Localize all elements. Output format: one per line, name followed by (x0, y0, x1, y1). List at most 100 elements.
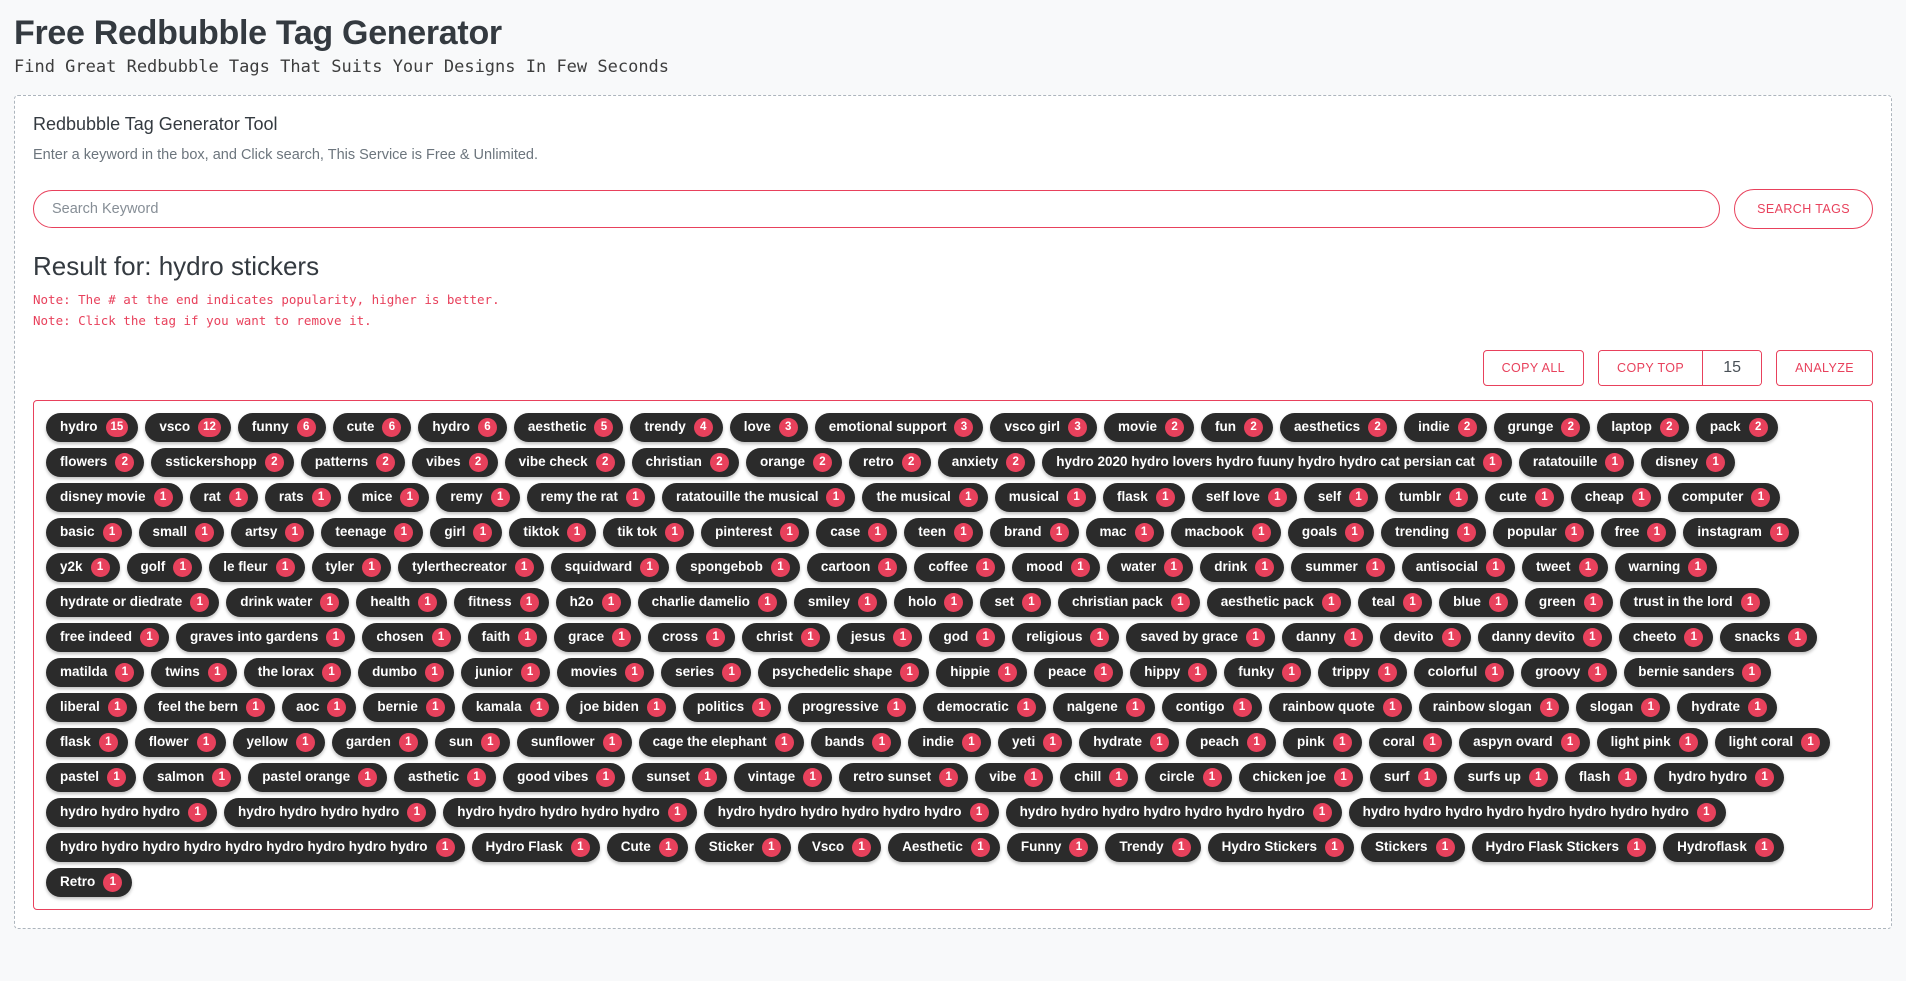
tag-chip[interactable]: artsy 1 (231, 518, 315, 547)
tag-chip[interactable]: pastel orange 1 (248, 763, 388, 792)
tag-chip[interactable]: aesthetic 5 (513, 413, 624, 442)
tag-chip[interactable]: hydro hydro hydro hydro hydro hydro hydr… (1348, 798, 1726, 827)
tag-chip[interactable]: joe biden 1 (565, 693, 676, 722)
tag-chip[interactable]: liberal 1 (46, 693, 137, 722)
tag-chip[interactable]: rat 1 (189, 483, 258, 512)
tag-chip[interactable]: contigo 1 (1161, 693, 1262, 722)
tag-chip[interactable]: series 1 (661, 658, 752, 687)
tag-chip[interactable]: progressive 1 (788, 693, 916, 722)
tag-chip[interactable]: squidward 1 (550, 553, 670, 582)
tag-chip[interactable]: junior 1 (461, 658, 550, 687)
tag-chip[interactable]: free 1 (1600, 518, 1677, 547)
tag-chip[interactable]: trust in the lord 1 (1619, 588, 1770, 617)
tag-chip[interactable]: cheeto 1 (1618, 623, 1714, 652)
tag-chip[interactable]: hydrate 1 (1079, 728, 1179, 757)
tag-chip[interactable]: teal 1 (1357, 588, 1433, 617)
tag-chip[interactable]: funny 6 (237, 413, 326, 442)
tag-chip[interactable]: hydro hydro 1 (1654, 763, 1785, 792)
tag-chip[interactable]: christ 1 (742, 623, 830, 652)
tag-chip[interactable]: Hydro Stickers 1 (1207, 833, 1354, 862)
tag-chip[interactable]: yellow 1 (232, 728, 325, 757)
tag-chip[interactable]: hydro 6 (418, 413, 507, 442)
tag-chip[interactable]: jesus 1 (836, 623, 923, 652)
tag-chip[interactable]: danny devito 1 (1477, 623, 1612, 652)
tag-chip[interactable]: colorful 1 (1413, 658, 1515, 687)
tag-chip[interactable]: water 1 (1106, 553, 1194, 582)
tag-chip[interactable]: cross 1 (648, 623, 736, 652)
tag-chip[interactable]: slogan 1 (1575, 693, 1671, 722)
tag-chip[interactable]: pack 2 (1695, 413, 1778, 442)
analyze-button[interactable]: ANALYZE (1776, 350, 1873, 386)
tag-chip[interactable]: hydro 15 (46, 413, 139, 442)
tag-chip[interactable]: blue 1 (1439, 588, 1518, 617)
tag-chip[interactable]: ratatouille the musical 1 (661, 483, 856, 512)
tag-chip[interactable]: chicken joe 1 (1238, 763, 1364, 792)
tag-chip[interactable]: christian pack 1 (1057, 588, 1200, 617)
tag-chip[interactable]: hydro hydro hydro hydro hydro hydro hydr… (1005, 798, 1342, 827)
tag-chip[interactable]: hydrate 1 (1677, 693, 1778, 722)
tag-chip[interactable]: god 1 (929, 623, 1006, 652)
tag-chip[interactable]: sunflower 1 (516, 728, 632, 757)
tag-chip[interactable]: hydro hydro hydro hydro hydro 1 (443, 798, 697, 827)
tag-chip[interactable]: Retro 1 (46, 868, 133, 897)
tag-chip[interactable]: flask 1 (46, 728, 128, 757)
tag-chip[interactable]: emotional support 3 (814, 413, 984, 442)
tag-chip[interactable]: vibe check 2 (504, 448, 625, 477)
tag-chip[interactable]: cage the elephant 1 (638, 728, 804, 757)
tag-chip[interactable]: remy the rat 1 (526, 483, 655, 512)
tag-chip[interactable]: vibe 1 (975, 763, 1054, 792)
tag-chip[interactable]: flower 1 (134, 728, 226, 757)
tag-chip[interactable]: religious 1 (1012, 623, 1120, 652)
tag-chip[interactable]: popular 1 (1493, 518, 1594, 547)
tag-chip[interactable]: retro sunset 1 (839, 763, 969, 792)
tag-chip[interactable]: nalgene 1 (1052, 693, 1155, 722)
tag-chip[interactable]: teen 1 (904, 518, 983, 547)
tag-chip[interactable]: coral 1 (1368, 728, 1453, 757)
tag-chip[interactable]: rainbow quote 1 (1268, 693, 1412, 722)
tag-chip[interactable]: golf 1 (126, 553, 203, 582)
tag-chip[interactable]: instagram 1 (1683, 518, 1799, 547)
tag-chip[interactable]: vintage 1 (733, 763, 833, 792)
tag-chip[interactable]: self love 1 (1191, 483, 1297, 512)
tag-chip[interactable]: small 1 (138, 518, 225, 547)
tag-chip[interactable]: computer 1 (1667, 483, 1781, 512)
tag-chip[interactable]: matilda 1 (46, 658, 145, 687)
tag-chip[interactable]: rats 1 (264, 483, 341, 512)
tag-chip[interactable]: hydro hydro hydro 1 (46, 798, 218, 827)
tag-chip[interactable]: fitness 1 (454, 588, 549, 617)
tag-chip[interactable]: aesthetic pack 1 (1206, 588, 1351, 617)
tag-chip[interactable]: Hydro Flask Stickers 1 (1471, 833, 1657, 862)
tag-chip[interactable]: hippie 1 (936, 658, 1027, 687)
tag-chip[interactable]: politics 1 (682, 693, 782, 722)
tag-chip[interactable]: grace 1 (554, 623, 642, 652)
tag-chip[interactable]: the lorax 1 (243, 658, 352, 687)
tag-chip[interactable]: snacks 1 (1720, 623, 1818, 652)
tag-chip[interactable]: good vibes 1 (503, 763, 626, 792)
tag-chip[interactable]: cheap 1 (1570, 483, 1661, 512)
copy-top-count-input[interactable] (1703, 351, 1762, 385)
tag-chip[interactable]: hydro hydro hydro hydro hydro hydro hydr… (46, 833, 465, 862)
tag-chip[interactable]: movie 2 (1104, 413, 1195, 442)
tag-chip[interactable]: Funny 1 (1006, 833, 1099, 862)
tag-chip[interactable]: trending 1 (1381, 518, 1487, 547)
search-input[interactable] (33, 190, 1721, 228)
tag-chip[interactable]: teenage 1 (321, 518, 424, 547)
tag-chip[interactable]: tumblr 1 (1385, 483, 1479, 512)
tag-chip[interactable]: laptop 2 (1597, 413, 1689, 442)
tag-chip[interactable]: love 3 (729, 413, 808, 442)
search-tags-button[interactable]: SEARCH TAGS (1734, 189, 1873, 229)
tag-chip[interactable]: vsco 12 (145, 413, 231, 442)
tag-chip[interactable]: light pink 1 (1596, 728, 1708, 757)
tag-chip[interactable]: garden 1 (331, 728, 428, 757)
tag-chip[interactable]: psychedelic shape 1 (758, 658, 930, 687)
tag-chip[interactable]: Hydroflask 1 (1663, 833, 1784, 862)
tag-chip[interactable]: fun 2 (1201, 413, 1274, 442)
tag-chip[interactable]: saved by grace 1 (1126, 623, 1276, 652)
tag-chip[interactable]: girl 1 (430, 518, 503, 547)
tag-chip[interactable]: danny 1 (1282, 623, 1373, 652)
tag-chip[interactable]: sstickershopp 2 (151, 448, 294, 477)
tag-chip[interactable]: smiley 1 (793, 588, 887, 617)
tag-chip[interactable]: anxiety 2 (937, 448, 1036, 477)
tag-chip[interactable]: cartoon 1 (806, 553, 908, 582)
tag-chip[interactable]: ratatouille 1 (1518, 448, 1635, 477)
